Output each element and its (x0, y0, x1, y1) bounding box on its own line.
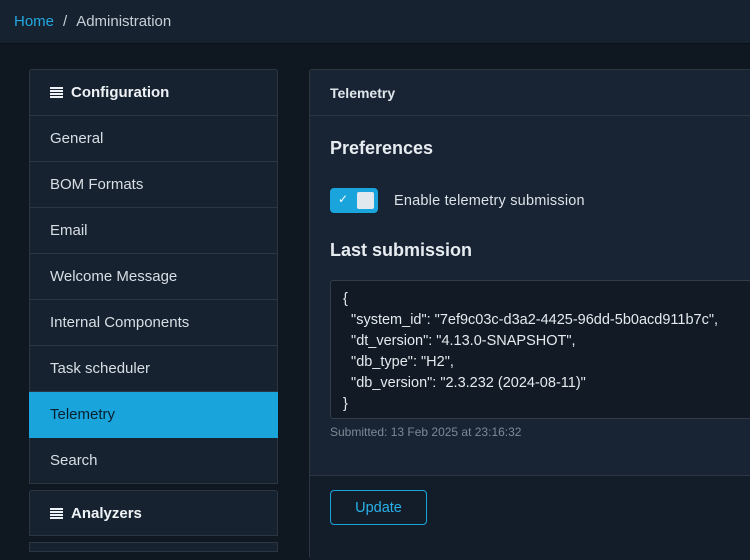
sidebar-item-general[interactable]: General (29, 116, 278, 162)
sidebar-item-bom-formats[interactable]: BOM Formats (29, 162, 278, 208)
sidebar-item-label: Search (50, 452, 98, 469)
toggle-label: Enable telemetry submission (394, 192, 585, 209)
configuration-title: Configuration (71, 84, 170, 101)
card-title: Telemetry (330, 84, 396, 101)
preferences-title: Preferences (330, 138, 434, 158)
next-panel-edge (29, 542, 278, 552)
sidebar-item-internal-components[interactable]: Internal Components (29, 300, 278, 346)
toggle-knob (357, 192, 374, 209)
breadcrumb-separator: / (63, 13, 68, 30)
sidebar-item-label: Internal Components (50, 314, 190, 331)
breadcrumb-home-link[interactable]: Home (14, 13, 54, 30)
submitted-timestamp: Submitted: 13 Feb 2025 at 23:16:32 (330, 425, 522, 439)
list-icon (50, 507, 63, 519)
sidebar-item-telemetry[interactable]: Telemetry (29, 392, 278, 438)
check-icon: ✓ (338, 192, 349, 206)
sidebar-item-task-scheduler[interactable]: Task scheduler (29, 346, 278, 392)
sidebar-item-label: Telemetry (50, 406, 116, 423)
card-header: Telemetry (310, 70, 750, 116)
list-icon (50, 87, 63, 98)
top-bar: Home / Administration (0, 0, 750, 44)
sidebar-item-label: BOM Formats (50, 176, 144, 193)
sidebar: Configuration General BOM Formats Email … (29, 69, 278, 552)
sidebar-item-email[interactable]: Email (29, 208, 278, 254)
sidebar-item-welcome-message[interactable]: Welcome Message (29, 254, 278, 300)
configuration-header: Configuration (29, 69, 278, 116)
sidebar-item-label: Email (50, 222, 88, 239)
sidebar-item-search[interactable]: Search (29, 438, 278, 484)
last-submission-title: Last submission (330, 240, 473, 260)
update-button[interactable]: Update (330, 490, 427, 525)
sidebar-item-label: Welcome Message (50, 268, 178, 285)
telemetry-card: Telemetry Preferences ✓ Enable telemetry… (309, 69, 750, 560)
sidebar-item-label: General (50, 130, 104, 147)
analyzers-header[interactable]: Analyzers (29, 490, 278, 536)
telemetry-toggle[interactable]: ✓ (330, 188, 378, 213)
telemetry-toggle-row: ✓ Enable telemetry submission (330, 188, 585, 213)
analyzers-title: Analyzers (71, 504, 142, 522)
sidebar-item-label: Task scheduler (50, 360, 151, 377)
submission-payload: { "system_id": "7ef9c03c-d3a2-4425-96dd-… (330, 280, 750, 419)
breadcrumb-current: Administration (76, 13, 172, 30)
